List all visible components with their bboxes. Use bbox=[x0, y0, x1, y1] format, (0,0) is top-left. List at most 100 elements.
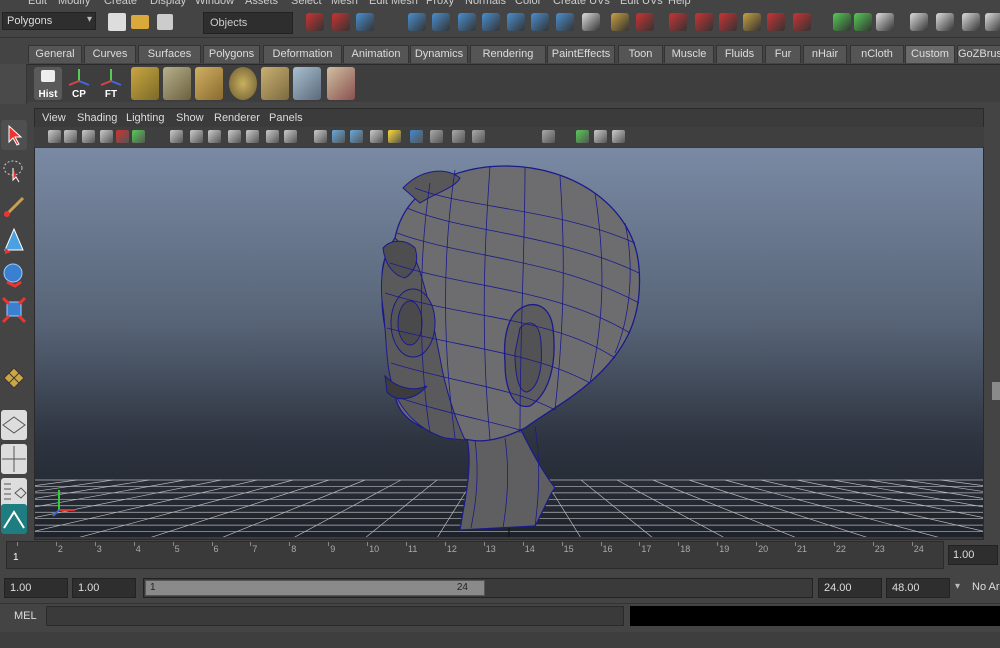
range-slider-handle[interactable]: 1 24 bbox=[145, 580, 485, 596]
panel-menu-show[interactable]: Show bbox=[176, 112, 204, 124]
magnet-icon[interactable] bbox=[793, 13, 811, 31]
menu-item[interactable]: Display bbox=[150, 0, 186, 7]
spherical-map-icon[interactable] bbox=[229, 67, 257, 100]
selected-object-icon[interactable] bbox=[636, 13, 654, 31]
snap-live-icon[interactable] bbox=[531, 13, 549, 31]
shelf-tab-toon[interactable]: Toon bbox=[618, 45, 663, 63]
layout-uv-icon[interactable] bbox=[293, 67, 321, 100]
menu-item[interactable]: Window bbox=[195, 0, 234, 7]
menu-item[interactable]: Help bbox=[668, 0, 691, 7]
planar-map-icon[interactable] bbox=[163, 67, 191, 100]
shadows-icon[interactable] bbox=[388, 130, 401, 143]
render-layer-icon[interactable] bbox=[962, 13, 980, 31]
history-toggle-icon[interactable]: Hist bbox=[34, 67, 62, 100]
depth-of-field-icon[interactable] bbox=[472, 130, 485, 143]
select-hierarchy-icon[interactable] bbox=[306, 13, 324, 31]
textured-icon[interactable] bbox=[350, 130, 363, 143]
shelf-tab-curves[interactable]: Curves bbox=[84, 45, 136, 63]
ambient-occlusion-icon[interactable] bbox=[410, 130, 423, 143]
xray-icon[interactable] bbox=[576, 130, 589, 143]
shelf-tab-general[interactable]: General bbox=[28, 45, 82, 63]
shelf-tab-muscle[interactable]: Muscle bbox=[664, 45, 714, 63]
four-view-layout-icon[interactable] bbox=[1, 444, 27, 474]
construction-history-icon[interactable] bbox=[556, 13, 574, 31]
menu-item[interactable]: Assets bbox=[245, 0, 278, 7]
bookmark-icon[interactable] bbox=[82, 130, 95, 143]
menu-item[interactable]: Modify bbox=[58, 0, 90, 7]
motion-blur-icon[interactable] bbox=[430, 130, 443, 143]
shelf-tab-animation[interactable]: Animation bbox=[343, 45, 409, 63]
shelf-options-grip[interactable] bbox=[0, 64, 27, 104]
select-object-icon[interactable] bbox=[332, 13, 350, 31]
shelf-tab-rendering[interactable]: Rendering bbox=[470, 45, 546, 63]
field-chart-icon[interactable] bbox=[246, 130, 259, 143]
render-settings-icon[interactable] bbox=[719, 13, 737, 31]
unfold-uv-icon[interactable] bbox=[261, 67, 289, 100]
single-view-layout-icon[interactable] bbox=[1, 410, 27, 440]
scale-tool-icon[interactable] bbox=[1, 294, 27, 324]
menu-item[interactable]: Color bbox=[515, 0, 541, 7]
ipr-render-icon[interactable] bbox=[695, 13, 713, 31]
shelf-tab-polygons[interactable]: Polygons bbox=[203, 45, 260, 63]
panel-menu-panels[interactable]: Panels bbox=[269, 112, 303, 124]
image-plane-icon[interactable] bbox=[100, 130, 113, 143]
command-input[interactable] bbox=[46, 606, 624, 626]
safe-title-icon[interactable] bbox=[284, 130, 297, 143]
rotate-tool-icon[interactable] bbox=[1, 260, 27, 290]
shelf-tab-fur[interactable]: Fur bbox=[765, 45, 801, 63]
xray-joints-icon[interactable] bbox=[594, 130, 607, 143]
script-language-toggle[interactable]: MEL bbox=[14, 610, 37, 622]
smooth-shade-icon[interactable] bbox=[332, 130, 345, 143]
range-slider[interactable]: 1 24 bbox=[143, 578, 813, 598]
playback-start-field[interactable]: 1.00 bbox=[72, 578, 136, 598]
lasso-tool-icon[interactable] bbox=[1, 156, 27, 186]
layer-editor-icon[interactable] bbox=[910, 13, 928, 31]
freeze-transforms-icon[interactable]: FT bbox=[97, 67, 125, 100]
move-tool-icon[interactable] bbox=[1, 226, 27, 256]
menu-item[interactable]: Edit bbox=[28, 0, 47, 7]
head-model[interactable] bbox=[380, 165, 641, 531]
snap-plane-icon[interactable] bbox=[482, 13, 500, 31]
xray-components-icon[interactable] bbox=[612, 130, 625, 143]
uv-grid-icon[interactable] bbox=[195, 67, 223, 100]
film-gate-icon[interactable] bbox=[190, 130, 203, 143]
camera-attributes-icon[interactable] bbox=[64, 130, 77, 143]
perspective-viewport[interactable] bbox=[0, 148, 1000, 539]
grease-pencil-icon[interactable] bbox=[132, 130, 145, 143]
grid-toggle-icon[interactable] bbox=[170, 130, 183, 143]
snap-point-icon[interactable] bbox=[458, 13, 476, 31]
menu-item[interactable]: Create UVs bbox=[553, 0, 610, 7]
menu-set-dropdown[interactable]: Polygons ▾ bbox=[2, 12, 96, 30]
uv-shell-tool-icon[interactable] bbox=[1, 364, 27, 394]
anim-layer-selector[interactable]: No Ar bbox=[972, 581, 1000, 593]
select-component-icon[interactable] bbox=[356, 13, 374, 31]
panel-menu-lighting[interactable]: Lighting bbox=[126, 112, 165, 124]
shelf-tab-fluids[interactable]: Fluids bbox=[716, 45, 763, 63]
tool-settings-icon[interactable] bbox=[876, 13, 894, 31]
lock-icon[interactable] bbox=[611, 13, 629, 31]
menu-item[interactable]: Edit UVs bbox=[620, 0, 663, 7]
shelf-tab-dynamics[interactable]: Dynamics bbox=[410, 45, 468, 63]
hypershade-icon[interactable] bbox=[743, 13, 761, 31]
menu-item[interactable]: Select bbox=[291, 0, 322, 7]
time-ruler[interactable]: 1 2 3 4 5 6 7 8 9 10 11 12 13 14 15 16 17 18 19 20 21 22 23 24 bbox=[6, 541, 944, 569]
panel-menu-renderer[interactable]: Renderer bbox=[214, 112, 260, 124]
save-scene-icon[interactable] bbox=[157, 14, 173, 30]
2d-pan-zoom-icon[interactable] bbox=[116, 130, 129, 143]
wireframe-icon[interactable] bbox=[314, 130, 327, 143]
menu-item[interactable]: Normals bbox=[465, 0, 506, 7]
move-uv-icon[interactable] bbox=[327, 67, 355, 100]
select-tool-icon[interactable] bbox=[1, 120, 27, 150]
menu-item[interactable]: Proxy bbox=[426, 0, 454, 7]
shelf-tab-deformation[interactable]: Deformation bbox=[263, 45, 342, 63]
panel-menu-view[interactable]: View bbox=[42, 112, 66, 124]
shelf-tab-custom[interactable]: Custom bbox=[905, 45, 955, 63]
menu-item[interactable]: Mesh bbox=[331, 0, 358, 7]
show-attribute-editor-icon[interactable] bbox=[854, 13, 872, 31]
help-icon[interactable] bbox=[582, 13, 600, 31]
chevron-down-icon[interactable]: ▾ bbox=[955, 581, 960, 592]
shelf-tab-nhair[interactable]: nHair bbox=[803, 45, 847, 63]
open-scene-icon[interactable] bbox=[131, 15, 149, 29]
panel-menu-shading[interactable]: Shading bbox=[77, 112, 117, 124]
snap-surface-icon[interactable] bbox=[507, 13, 525, 31]
